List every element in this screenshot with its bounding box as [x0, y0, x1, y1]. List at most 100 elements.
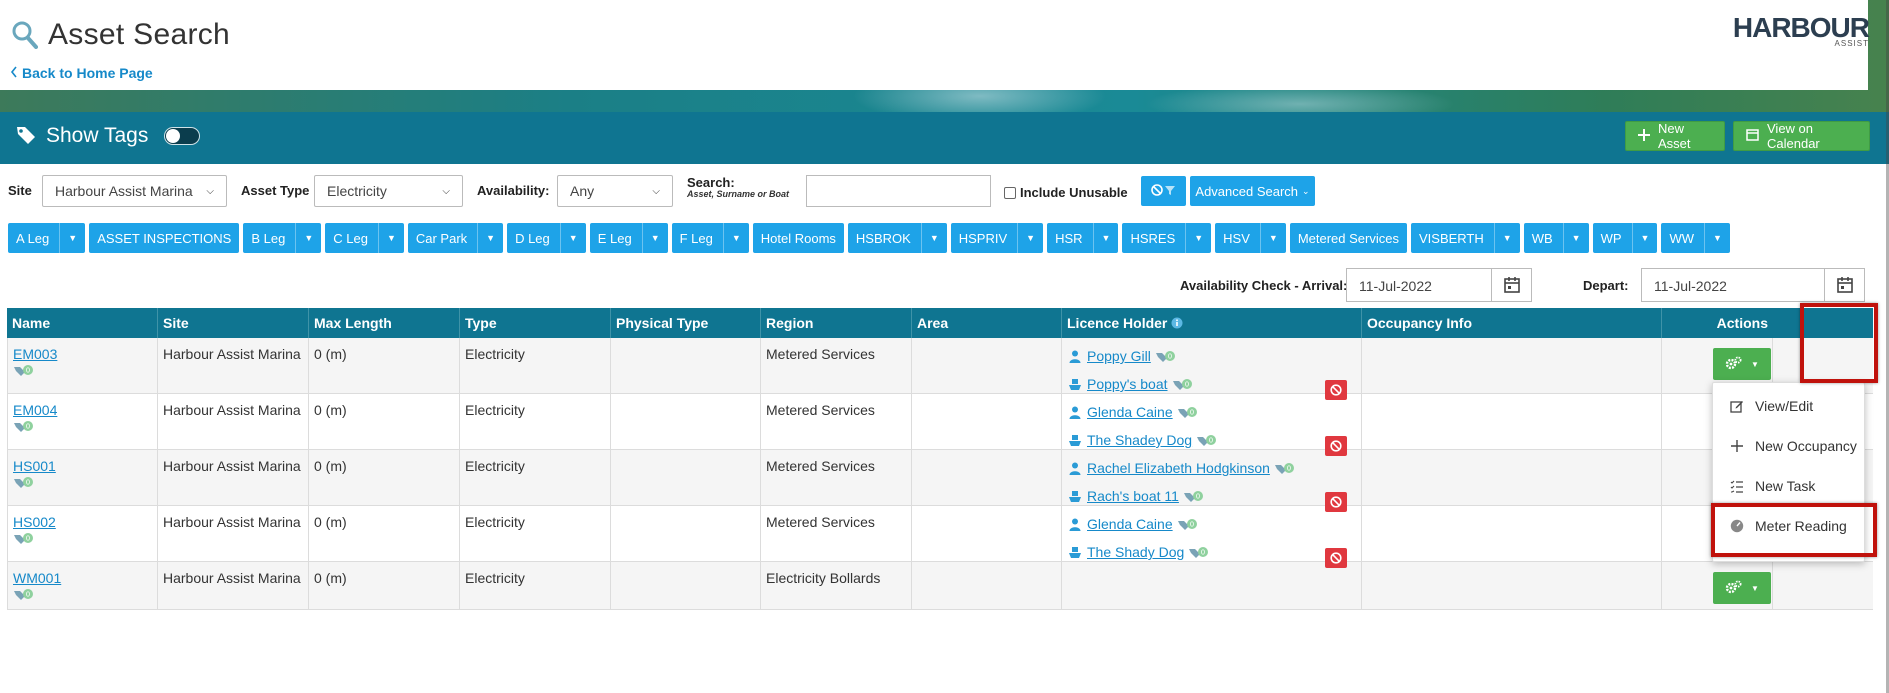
- caret-down-icon[interactable]: ▼: [1017, 223, 1035, 253]
- caret-down-icon[interactable]: ▼: [1185, 223, 1203, 253]
- asset-name-link[interactable]: EM003: [13, 346, 152, 362]
- caret-down-icon[interactable]: ▼: [920, 223, 939, 253]
- type-cell: Electricity: [460, 506, 611, 561]
- calendar-icon[interactable]: [1491, 269, 1531, 301]
- actions-gear-button[interactable]: ▼: [1713, 348, 1771, 380]
- region-tag-button[interactable]: D Leg ▼: [507, 223, 586, 253]
- region-tag-button[interactable]: VISBERTH ▼: [1410, 223, 1520, 253]
- caret-down-icon[interactable]: ▼: [477, 223, 495, 253]
- menu-item-new-occupancy[interactable]: New Occupancy: [1713, 429, 1866, 463]
- caret-down-icon[interactable]: ▼: [1703, 223, 1722, 253]
- asset-name-link[interactable]: WM001: [13, 570, 152, 586]
- caret-down-icon[interactable]: ▼: [641, 223, 660, 253]
- clear-filter-button[interactable]: [1141, 176, 1186, 206]
- boat-link[interactable]: The Shady Dog: [1087, 544, 1184, 560]
- holder-line: Poppy Gill 0: [1067, 346, 1356, 366]
- caret-down-icon[interactable]: ▼: [1493, 223, 1512, 253]
- asset-name-cell: HS001 0: [7, 450, 158, 505]
- licence-holder-link[interactable]: Glenda Caine: [1087, 404, 1173, 420]
- region-tag-button[interactable]: HSPRIV ▼: [950, 223, 1044, 253]
- table-row: EM004 0 Harbour Assist Marina 0 (m) Electric…: [7, 394, 1873, 456]
- tag-count-icon[interactable]: 0: [1188, 546, 1210, 560]
- max-length-cell-value: 0 (m): [314, 458, 347, 474]
- region-tag-button[interactable]: HSRES ▼: [1122, 223, 1212, 253]
- tag-count-icon[interactable]: 0: [1274, 462, 1296, 476]
- search-input[interactable]: [806, 175, 991, 207]
- tag-count-icon[interactable]: 0: [13, 476, 35, 490]
- include-unusable-control[interactable]: Include Unusable: [1004, 185, 1128, 200]
- region-tag-button[interactable]: B Leg ▼: [243, 223, 322, 253]
- back-to-home-link[interactable]: Back to Home Page: [10, 65, 153, 81]
- caret-down-icon[interactable]: ▼: [1259, 223, 1278, 253]
- max-length-cell-value: 0 (m): [314, 570, 347, 586]
- asset-name-link[interactable]: HS002: [13, 514, 152, 530]
- column-header-label: Physical Type: [616, 315, 709, 331]
- tag-count-icon[interactable]: 0: [1183, 490, 1205, 504]
- menu-item-new-task[interactable]: New Task: [1713, 469, 1866, 503]
- caret-down-icon[interactable]: ▼: [377, 223, 396, 253]
- region-tag-button[interactable]: Hotel Rooms: [752, 223, 844, 253]
- caret-down-icon[interactable]: ▼: [559, 223, 578, 253]
- asset-name-link[interactable]: HS001: [13, 458, 152, 474]
- asset-name-link[interactable]: EM004: [13, 402, 152, 418]
- view-on-calendar-button[interactable]: View on Calendar: [1733, 121, 1870, 151]
- caret-down-icon[interactable]: ▼: [295, 223, 313, 253]
- region-tag-button[interactable]: ASSET INSPECTIONS: [89, 223, 240, 253]
- tag-count-icon[interactable]: 0: [1172, 378, 1194, 392]
- tag-count-icon[interactable]: 0: [1155, 350, 1177, 364]
- region-tag-button[interactable]: Car Park ▼: [407, 223, 504, 253]
- arrival-date-input[interactable]: 11-Jul-2022: [1346, 268, 1532, 302]
- boat-link[interactable]: Poppy's boat: [1087, 376, 1168, 392]
- holder-line: Rachel Elizabeth Hodgkinson 0: [1067, 458, 1356, 478]
- tag-count-icon[interactable]: 0: [1196, 434, 1218, 448]
- boat-icon: [1067, 546, 1083, 559]
- caret-down-icon[interactable]: ▼: [1631, 223, 1649, 253]
- depart-date-input[interactable]: 11-Jul-2022: [1641, 268, 1865, 302]
- tag-count-icon[interactable]: 0: [13, 532, 35, 546]
- region-tag-label: WW: [1669, 230, 1694, 246]
- asset-results-table: Name Site Max Length Type Physical Type Regio…: [7, 308, 1873, 610]
- svg-text:0: 0: [26, 535, 30, 543]
- show-tags-toggle[interactable]: [164, 127, 201, 145]
- region-tag-button[interactable]: F Leg ▼: [671, 223, 749, 253]
- region-tag-button[interactable]: HSR ▼: [1047, 223, 1119, 253]
- caret-down-icon[interactable]: ▼: [1562, 223, 1581, 253]
- new-asset-button[interactable]: New Asset: [1625, 121, 1725, 151]
- region-tag-button[interactable]: C Leg ▼: [325, 223, 404, 253]
- availability-select[interactable]: Any ⌵: [557, 175, 673, 207]
- region-tag-button[interactable]: HSBROK ▼: [847, 223, 947, 253]
- region-tag-button[interactable]: WW ▼: [1661, 223, 1730, 253]
- tag-count-icon[interactable]: 0: [1177, 406, 1199, 420]
- search-label-text: Search:: [687, 175, 735, 190]
- boat-link[interactable]: The Shadey Dog: [1087, 432, 1192, 448]
- actions-gear-button[interactable]: ▼: [1713, 572, 1771, 604]
- tag-count-icon[interactable]: 0: [13, 420, 35, 434]
- site-select[interactable]: Harbour Assist Marina ⌵: [42, 175, 227, 207]
- holder-line: Glenda Caine 0: [1067, 514, 1356, 534]
- boat-icon: [1067, 490, 1083, 503]
- advanced-search-button[interactable]: Advanced Search ⌄: [1190, 176, 1315, 206]
- region-tag-button[interactable]: Metered Services: [1289, 223, 1407, 253]
- max-length-cell: 0 (m): [309, 394, 460, 449]
- region-tag-button[interactable]: A Leg ▼: [8, 223, 86, 253]
- region-tag-button[interactable]: E Leg ▼: [589, 223, 668, 253]
- tag-count-icon[interactable]: 0: [1177, 518, 1199, 532]
- region-cell: Metered Services: [761, 450, 912, 505]
- region-tag-button[interactable]: WB ▼: [1523, 223, 1589, 253]
- region-tag-button[interactable]: WP ▼: [1592, 223, 1658, 253]
- include-unusable-checkbox[interactable]: [1004, 186, 1016, 199]
- asset-type-select[interactable]: Electricity ⌵: [314, 175, 463, 207]
- licence-holder-link[interactable]: Poppy Gill: [1087, 348, 1151, 364]
- tag-count-icon[interactable]: 0: [13, 364, 35, 378]
- caret-down-icon[interactable]: ▼: [722, 223, 741, 253]
- region-tag-button[interactable]: HSV ▼: [1215, 223, 1286, 253]
- include-unusable-label: Include Unusable: [1020, 185, 1128, 200]
- menu-item-view-edit[interactable]: View/Edit: [1713, 389, 1866, 423]
- caret-down-icon[interactable]: ▼: [1092, 223, 1110, 253]
- caret-down-icon[interactable]: ▼: [59, 223, 77, 253]
- calendar-icon[interactable]: [1824, 269, 1864, 301]
- tag-count-icon[interactable]: 0: [13, 588, 35, 602]
- boat-link[interactable]: Rach's boat 11: [1087, 488, 1179, 504]
- licence-holder-link[interactable]: Rachel Elizabeth Hodgkinson: [1087, 460, 1270, 476]
- licence-holder-link[interactable]: Glenda Caine: [1087, 516, 1173, 532]
